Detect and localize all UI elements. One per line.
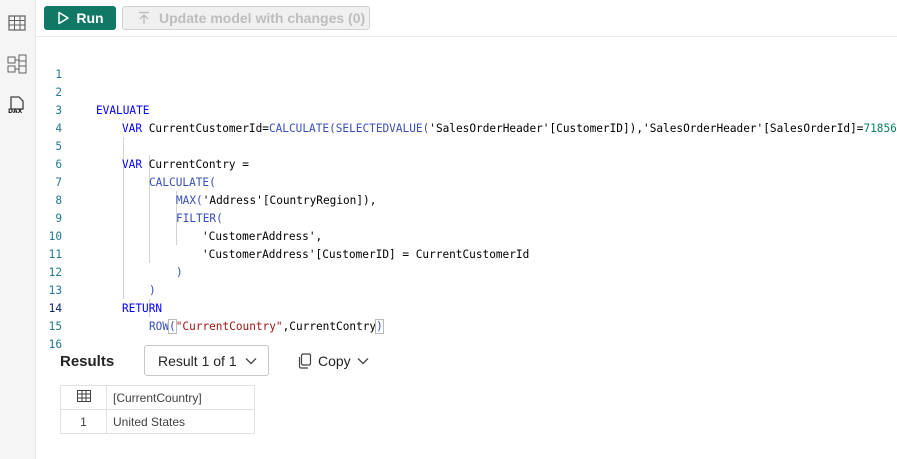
result-selector-value: Result 1 of 1: [158, 352, 237, 369]
table-row[interactable]: 1 United States: [60, 409, 255, 434]
results-toolbar: Results Result 1 of 1 Copy: [36, 340, 897, 384]
code-line: 11 ): [36, 228, 897, 279]
code-line: 15: [36, 300, 897, 333]
code-line: 9 'CustomerAddress',: [36, 192, 897, 243]
dax-code-editor[interactable]: 1 2 EVALUATE 3 VAR CurrentCustomerId=CAL…: [36, 38, 897, 351]
code-line: 16: [36, 318, 897, 351]
code-line: 6 CALCULATE(: [36, 138, 897, 189]
code-line: 12 ): [36, 246, 897, 297]
dax-query-view-icon[interactable]: DAX: [6, 94, 28, 116]
table-header-row: [CurrentCountry]: [60, 385, 255, 410]
upload-icon: [139, 11, 149, 24]
play-icon: [58, 11, 70, 25]
update-model-button[interactable]: Update model with changes (0): [122, 6, 370, 30]
column-header[interactable]: [CurrentCountry]: [106, 385, 255, 410]
table-view-icon[interactable]: [6, 12, 28, 34]
run-button[interactable]: Run: [44, 6, 116, 30]
results-table: [CurrentCountry] 1 United States: [60, 385, 255, 434]
chevron-down-icon: [245, 357, 257, 364]
select-all-cell[interactable]: [60, 385, 107, 410]
table-cell[interactable]: United States: [106, 409, 255, 434]
left-rail: DAX: [0, 0, 36, 459]
results-title: Results: [60, 353, 115, 370]
code-line: 2 EVALUATE: [36, 66, 897, 117]
code-line: 14 ROW("CurrentCountry",CurrentContry): [36, 282, 897, 334]
table-grid-icon: [76, 390, 91, 402]
code-line: 10 'CustomerAddress'[CustomerID] = Curre…: [36, 210, 897, 261]
svg-text:DAX: DAX: [8, 108, 23, 115]
result-selector-dropdown[interactable]: Result 1 of 1: [144, 345, 269, 376]
code-line: 13 RETURN: [36, 264, 897, 315]
chevron-down-icon: [357, 358, 369, 365]
row-number: 1: [60, 409, 107, 434]
model-view-icon[interactable]: [6, 53, 28, 75]
copy-button[interactable]: Copy: [298, 348, 369, 374]
code-line: 3 VAR CurrentCustomerId=CALCULATE(SELECT…: [36, 84, 897, 135]
copy-label: Copy: [318, 353, 351, 369]
run-label: Run: [76, 10, 104, 26]
update-model-label: Update model with changes (0): [159, 10, 366, 26]
code-line: 7 MAX('Address'[CountryRegion]),: [36, 156, 897, 207]
copy-icon: [298, 353, 312, 369]
code-line: 8 FILTER(: [36, 174, 897, 225]
code-line: 4: [36, 102, 897, 135]
toolbar: Run Update model with changes (0): [36, 0, 897, 37]
code-line: 1: [36, 48, 897, 81]
code-line: 5 VAR CurrentContry =: [36, 120, 897, 171]
